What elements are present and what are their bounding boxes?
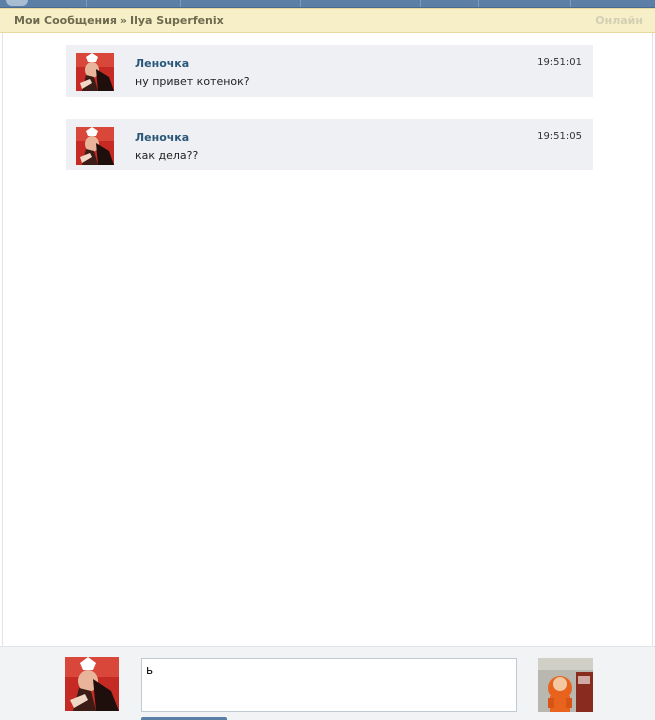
breadcrumb: Мои Сообщения» Ilya Superfenix bbox=[14, 14, 224, 27]
sender-avatar-icon[interactable] bbox=[76, 127, 114, 165]
frame-border-right bbox=[652, 33, 653, 720]
site-logo-icon[interactable] bbox=[6, 0, 28, 6]
nav-divider bbox=[180, 0, 181, 7]
avatar-photo bbox=[76, 127, 114, 165]
message-item: Леночка 19:51:01 ну привет котенок? bbox=[66, 45, 593, 97]
message-timestamp: 19:51:05 bbox=[537, 131, 582, 142]
message-item: Леночка 19:51:05 как дела?? bbox=[66, 119, 593, 170]
message-input[interactable]: ь bbox=[141, 658, 517, 712]
avatar-photo bbox=[538, 658, 593, 712]
message-composer: ь bbox=[0, 646, 655, 720]
breadcrumb-my-messages[interactable]: Мои Сообщения bbox=[14, 14, 117, 27]
nav-divider bbox=[300, 0, 301, 7]
message-author-link[interactable]: Леночка bbox=[135, 57, 189, 70]
online-status: Онлайн bbox=[595, 14, 643, 27]
avatar-photo bbox=[65, 657, 119, 711]
top-navigation-strip bbox=[0, 0, 655, 8]
nav-divider bbox=[478, 0, 479, 7]
peer-avatar-icon[interactable] bbox=[538, 658, 593, 712]
nav-divider bbox=[86, 0, 87, 7]
avatar-photo bbox=[76, 53, 114, 91]
sender-avatar-icon[interactable] bbox=[76, 53, 114, 91]
message-text: ну привет котенок? bbox=[135, 75, 250, 88]
message-timestamp: 19:51:01 bbox=[537, 57, 582, 68]
chat-window: Мои Сообщения» Ilya Superfenix Онлайн Лен… bbox=[0, 0, 655, 720]
breadcrumb-contact-name: Ilya Superfenix bbox=[130, 14, 224, 27]
nav-divider bbox=[570, 0, 571, 7]
user-avatar-icon[interactable] bbox=[65, 657, 119, 711]
frame-border-left bbox=[2, 33, 3, 720]
message-author-link[interactable]: Леночка bbox=[135, 131, 189, 144]
message-text: как дела?? bbox=[135, 149, 199, 162]
nav-divider bbox=[420, 0, 421, 7]
breadcrumb-separator: » bbox=[119, 14, 128, 27]
conversation-header: Мои Сообщения» Ilya Superfenix Онлайн bbox=[0, 8, 655, 33]
